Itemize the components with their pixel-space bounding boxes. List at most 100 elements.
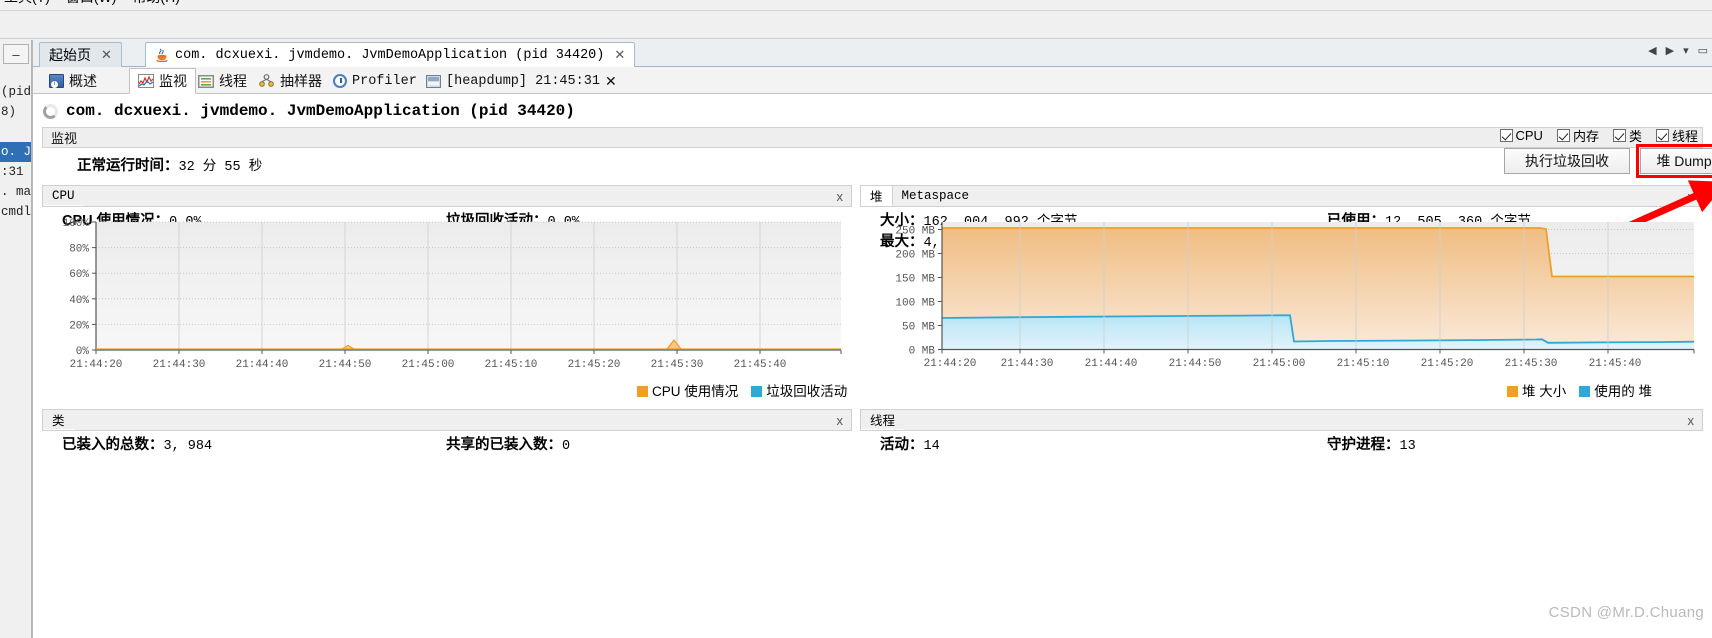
cpu-ytick-40: 40% [69,295,89,307]
heap-legend-item-size: 堆 大小 [1507,380,1566,400]
checkbox-threads[interactable]: 线程 [1655,126,1698,145]
jvisualvm-window: 工具(T) 窗口(W) 帮助(H) – (pid 8) o. Jv :31 . … [0,0,1712,638]
close-icon[interactable]: x [829,186,852,206]
tree-line-selected[interactable]: o. Jv [0,142,32,162]
heap-ytick-200: 200 MB [895,250,935,262]
checkbox-icon[interactable] [1612,129,1626,142]
tab-sampler-label: 抽样器 [280,73,322,89]
tab-maximize-icon[interactable]: ▭ [1698,44,1708,57]
tab-overview-label: 概述 [69,73,97,89]
legend-swatch-icon [751,386,763,397]
tab-start-page[interactable]: 起始页 ✕ [39,42,122,67]
tree-line[interactable]: :31 [0,162,32,182]
cpu-chart[interactable]: 100% 80% 60% 40% 20% 0% 21:44:20 21:44:3… [42,216,852,376]
tab-profiler[interactable]: Profiler [325,68,425,94]
tab-threads[interactable]: 线程 [190,68,255,94]
tab-prev-icon[interactable]: ◀ [1648,44,1656,57]
cpu-xtick: 21:45:40 [734,359,787,371]
tab-monitor[interactable]: 监视 [129,68,196,94]
tab-list-dropdown-icon[interactable]: ▾ [1683,44,1689,57]
monitor-section-bar: 监视 [42,127,1703,148]
uptime-row: 正常运行时间：32 分 55 秒 [77,154,262,175]
tab-profiler-label: Profiler [352,73,417,89]
uptime-label: 正常运行时间： [77,158,179,174]
tab-monitor-label: 监视 [159,73,187,89]
watermark: CSDN @Mr.D.Chuang [1548,604,1704,621]
tab-overview[interactable]: 概述 [41,68,105,94]
menu-item-window[interactable]: 窗口(W) [66,0,117,7]
heap-xtick: 21:44:30 [1001,358,1054,370]
metric-checkbox-group: CPU 内存 类 线程 [1499,126,1698,145]
close-icon[interactable]: ✕ [614,47,625,63]
tree-line[interactable] [0,122,32,142]
heap-dump-button[interactable]: 堆 Dump [1640,148,1712,174]
cpu-xtick: 21:44:40 [236,359,289,371]
heap-legend-item-used: 使用的 堆 [1579,380,1652,400]
checkbox-cpu-label: CPU [1515,128,1543,143]
heap-chart[interactable]: 250 MB 200 MB 150 MB 100 MB 50 MB 0 MB 2… [860,216,1703,376]
cpu-legend-gc-label: 垃圾回收活动 [766,384,848,399]
heap-tab-metaspace[interactable]: Metaspace [893,186,979,206]
cpu-panel-header: CPU x [42,185,852,207]
applications-tree[interactable]: (pid 8) o. Jv :31 . mav cmdli [0,82,32,222]
loading-spinner-icon [43,103,58,119]
cpu-xtick: 21:44:50 [319,359,372,371]
cpu-xtick: 21:45:20 [568,359,621,371]
heap-chart-svg: 250 MB 200 MB 150 MB 100 MB 50 MB 0 MB 2… [895,222,1695,370]
main-toolbar [0,11,1712,39]
cpu-ytick-20: 20% [69,320,89,332]
checkbox-memory[interactable]: 内存 [1556,126,1599,145]
cpu-legend-item-gc: 垃圾回收活动 [751,380,847,400]
classes-stats: 已装入的总数：3, 984 共享的已装入数：0 [54,435,852,456]
dock-divider [31,40,32,638]
legend-swatch-icon [1579,386,1591,397]
checkbox-icon[interactable] [1499,129,1513,142]
menu-bar: 工具(T) 窗口(W) 帮助(H) [0,0,1712,10]
close-icon[interactable]: x [1680,410,1703,430]
heap-xtick: 21:45:30 [1505,358,1558,370]
checkbox-icon[interactable] [1655,129,1669,142]
tree-line[interactable]: 8) [0,102,32,122]
cpu-legend: CPU 使用情况 垃圾回收活动 [637,380,847,400]
menu-item-help[interactable]: 帮助(H) [132,0,179,7]
heap-ytick-250: 250 MB [895,226,935,238]
cpu-xtick: 21:45:10 [485,359,538,371]
overview-icon [49,74,64,88]
classes-panel-header: 类 x [42,409,852,431]
threads-panel-title: 线程 [861,410,905,430]
tab-next-icon[interactable]: ▶ [1666,44,1674,57]
heap-xtick: 21:45:40 [1589,358,1642,370]
tree-line[interactable]: (pid [0,82,32,102]
menu-item-tools[interactable]: 工具(T) [4,0,50,7]
tab-heapdump-label: [heapdump] 21:45:31 [446,73,600,89]
close-icon[interactable]: ✕ [605,73,617,90]
tree-line[interactable]: cmdli [0,202,32,222]
close-icon[interactable]: x [829,410,852,430]
checkbox-classes[interactable]: 类 [1612,126,1642,145]
tab-sampler[interactable]: 抽样器 [251,68,330,94]
checkbox-icon[interactable] [1556,129,1570,142]
tab-jvmdemo-label: com. dcxuexi. jvmdemo. JvmDemoApplicatio… [175,47,605,63]
checkbox-cpu[interactable]: CPU [1499,128,1543,143]
heap-tab-heap[interactable]: 堆 [861,186,893,206]
tree-line[interactable]: . mav [0,182,32,202]
left-dock-strip: – (pid 8) o. Jv :31 . mav cmdli [0,40,33,638]
uptime-value: 32 分 55 秒 [178,160,263,175]
perform-gc-button[interactable]: 执行垃圾回收 [1504,148,1630,174]
main-content-window: 起始页 ✕ com. dcxuexi. jvmdemo. JvmDemoAppl… [33,40,1712,638]
minimize-dock-button[interactable]: – [3,44,29,64]
monitor-icon [138,74,154,88]
heap-legend-used-label: 使用的 堆 [1594,384,1653,399]
threads-stats: 活动：14 守护进程：13 [872,435,1703,456]
threads-live-label: 活动： [880,437,924,453]
classes-shared-value: 0 [562,439,571,454]
heap-xtick: 21:44:40 [1085,358,1138,370]
tab-jvmdemo-application[interactable]: com. dcxuexi. jvmdemo. JvmDemoApplicatio… [145,42,636,67]
cpu-xtick: 21:44:20 [70,359,123,371]
monitor-section-label: 监视 [51,131,78,146]
cpu-ytick-80: 80% [69,244,89,256]
legend-swatch-icon [1507,386,1518,397]
tab-heapdump[interactable]: [heapdump] 21:45:31 ✕ [418,68,625,94]
cpu-xtick: 21:44:30 [153,359,206,371]
close-icon[interactable]: ✕ [101,47,112,63]
